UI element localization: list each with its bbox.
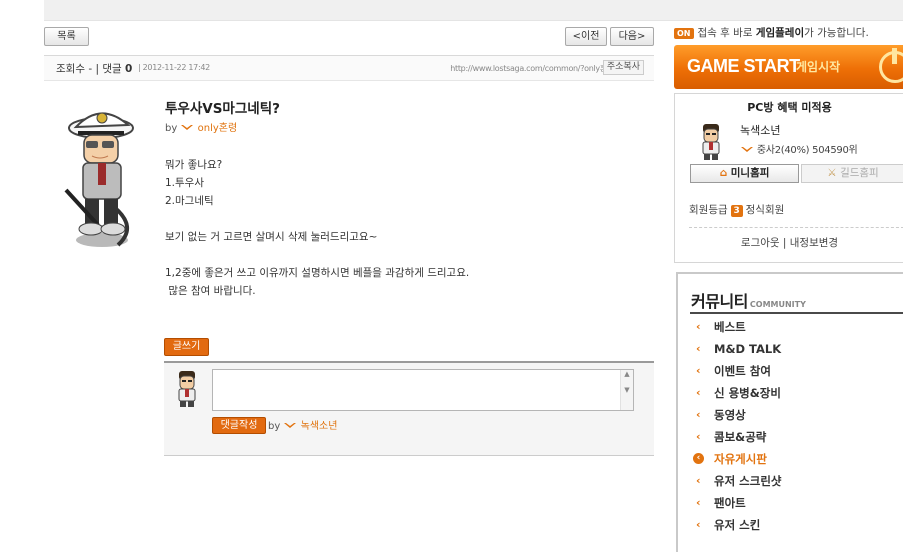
chevron-left-icon: ‹ [696,342,701,355]
write-post-button[interactable]: 글쓰기 [164,338,209,356]
comment-author: 녹색소년 [300,421,338,432]
community-menu-label: 신 용병&장비 [714,386,781,400]
minihome-button[interactable]: ⌂ 미니홈피 [690,164,799,183]
comment-by-label: by [268,421,281,432]
grade-label: 회원등급 [689,204,728,216]
post-body: 뭐가 좋나요? 1.투우사 2.마그네틱 보기 없는 거 고르면 살며시 삭제 … [165,159,470,297]
chevron-left-icon: ‹ [696,518,701,531]
community-menu-item[interactable]: ‹ 유저 스크린샷 [690,470,903,492]
prev-button[interactable]: <이전 [565,27,607,46]
community-menu-list: ‹ 베스트 ‹ M&D TALK ‹ 이벤트 참여 ‹ 신 용병&장비 ‹ 동영상 ‹ 콤보&공략 ‹ 자… [690,316,903,536]
list-button[interactable]: 목록 [44,27,89,46]
sword-icon: ⚔ [827,167,837,179]
chevron-left-icon: ‹ [696,496,701,509]
grade-badge: 3 [730,205,743,217]
community-menu-label: 콤보&공략 [714,430,767,444]
community-title: 커뮤니티 COMMUNITY [691,288,806,312]
community-menu-label: 유저 스크린샷 [714,474,782,488]
community-menu-item[interactable]: ‹ 팬아트 [690,492,903,514]
chevron-left-icon: ‹ [696,430,701,443]
wing-icon [741,147,753,152]
community-menu-item[interactable]: ‹ 자유게시판 [690,448,903,470]
commenter-avatar [178,371,196,407]
next-button[interactable]: 다음> [610,27,654,46]
submit-comment-button[interactable]: 댓글작성 [212,417,266,434]
community-menu-item[interactable]: ‹ 동영상 [690,404,903,426]
divider [689,227,903,228]
notice-bold: 게임플레이 [755,27,805,39]
home-icon: ⌂ [719,167,728,179]
community-menu-item[interactable]: ‹ 베스트 [690,316,903,338]
post-url: http://www.lostsaga.com/common/?only혼령 [450,64,614,73]
member-grade: 회원등급 3 정식회원 [689,202,784,217]
chevron-left-icon: ‹ [696,474,701,487]
guildhome-label: 길드홈피 [840,167,879,179]
user-avatar [702,124,720,160]
community-menu-item[interactable]: ‹ 신 용병&장비 [690,382,903,404]
community-menu-item[interactable]: ‹ 콤보&공략 [690,426,903,448]
comment-textarea[interactable]: ▲ ▼ [212,369,634,411]
post-meta-bar: 조회수 - | 댓글 0 | 2012-11-22 17:42 http://w… [44,55,654,81]
community-menu-item[interactable]: ‹ M&D TALK [690,338,903,360]
game-start-sublabel: 게임시작 [796,60,841,74]
on-badge: ON [674,27,694,39]
copy-url-button[interactable]: 주소복사 [602,60,644,75]
post-date: | 2012-11-22 17:42 [138,63,210,72]
minihome-label: 미니홈피 [730,167,770,179]
post-author[interactable]: only혼령 [198,123,238,134]
community-menu-label: 베스트 [714,320,746,334]
user-info-panel: PC방 혜택 미적용 녹색소년 중사2(40%) 504590위 ⌂ 미니홈피 … [674,93,903,263]
views-and-comments: 조회수 - | 댓글 0 [56,61,132,76]
community-menu-item[interactable]: ‹ 이벤트 참여 [690,360,903,382]
post-title: 투우사VS마그네틱? [165,101,280,117]
community-menu-label: 동영상 [714,408,746,422]
notice-text-2: 가 가능합니다. [804,27,869,39]
power-icon [879,48,903,83]
by-label: by [165,123,178,134]
community-title-text: 커뮤니티 [691,292,748,311]
community-menu-label: 자유게시판 [714,452,767,466]
comment-form: ▲ ▼ 댓글작성 by 녹색소년 [164,361,654,456]
wing-icon [181,125,194,130]
notice-text-1: 접속 후 바로 [697,27,756,39]
comment-count: 0 [124,63,133,75]
wing-icon [284,423,297,428]
textarea-scrollbar[interactable]: ▲ ▼ [620,370,633,410]
views-label: 조회수 - | 댓글 [56,63,122,75]
community-menu-label: 이벤트 참여 [714,364,771,378]
author-avatar [64,112,134,247]
community-title-en: COMMUNITY [749,300,806,309]
login-notice: ON 접속 후 바로 게임플레이가 가능합니다. [674,25,869,40]
community-menu: 커뮤니티 COMMUNITY ‹ 베스트 ‹ M&D TALK ‹ 이벤트 참여 ‹ 신 용병&… [676,272,903,552]
post-byline: by only혼령 [165,119,237,134]
chevron-left-icon: ‹ [696,386,701,399]
chevron-left-icon: ‹ [696,408,701,421]
community-menu-label: 유저 스킨 [714,518,761,532]
community-menu-label: 팬아트 [714,496,746,510]
top-band [44,0,903,21]
game-start-label: GAME START [687,56,800,76]
divider [690,312,903,314]
user-rank-text: 중사2(40%) 504590위 [756,145,858,156]
game-start-button[interactable]: GAME START 게임시작 [674,45,903,89]
grade-name: 정식회원 [745,204,785,216]
chevron-left-icon: ‹ [696,364,701,377]
community-menu-label: M&D TALK [714,342,782,356]
account-links[interactable]: 로그아웃 | 내정보변경 [675,235,903,250]
user-name: 녹색소년 [740,124,781,137]
community-menu-item[interactable]: ‹ 유저 스킨 [690,514,903,536]
pc-benefit-status: PC방 혜택 미적용 [747,101,832,114]
chevron-left-icon: ‹ [693,453,704,464]
user-rank: 중사2(40%) 504590위 [740,141,858,156]
comment-byline: by 녹색소년 [268,417,337,432]
chevron-left-icon: ‹ [696,320,701,333]
guildhome-button[interactable]: ⚔ 길드홈피 [801,164,903,183]
